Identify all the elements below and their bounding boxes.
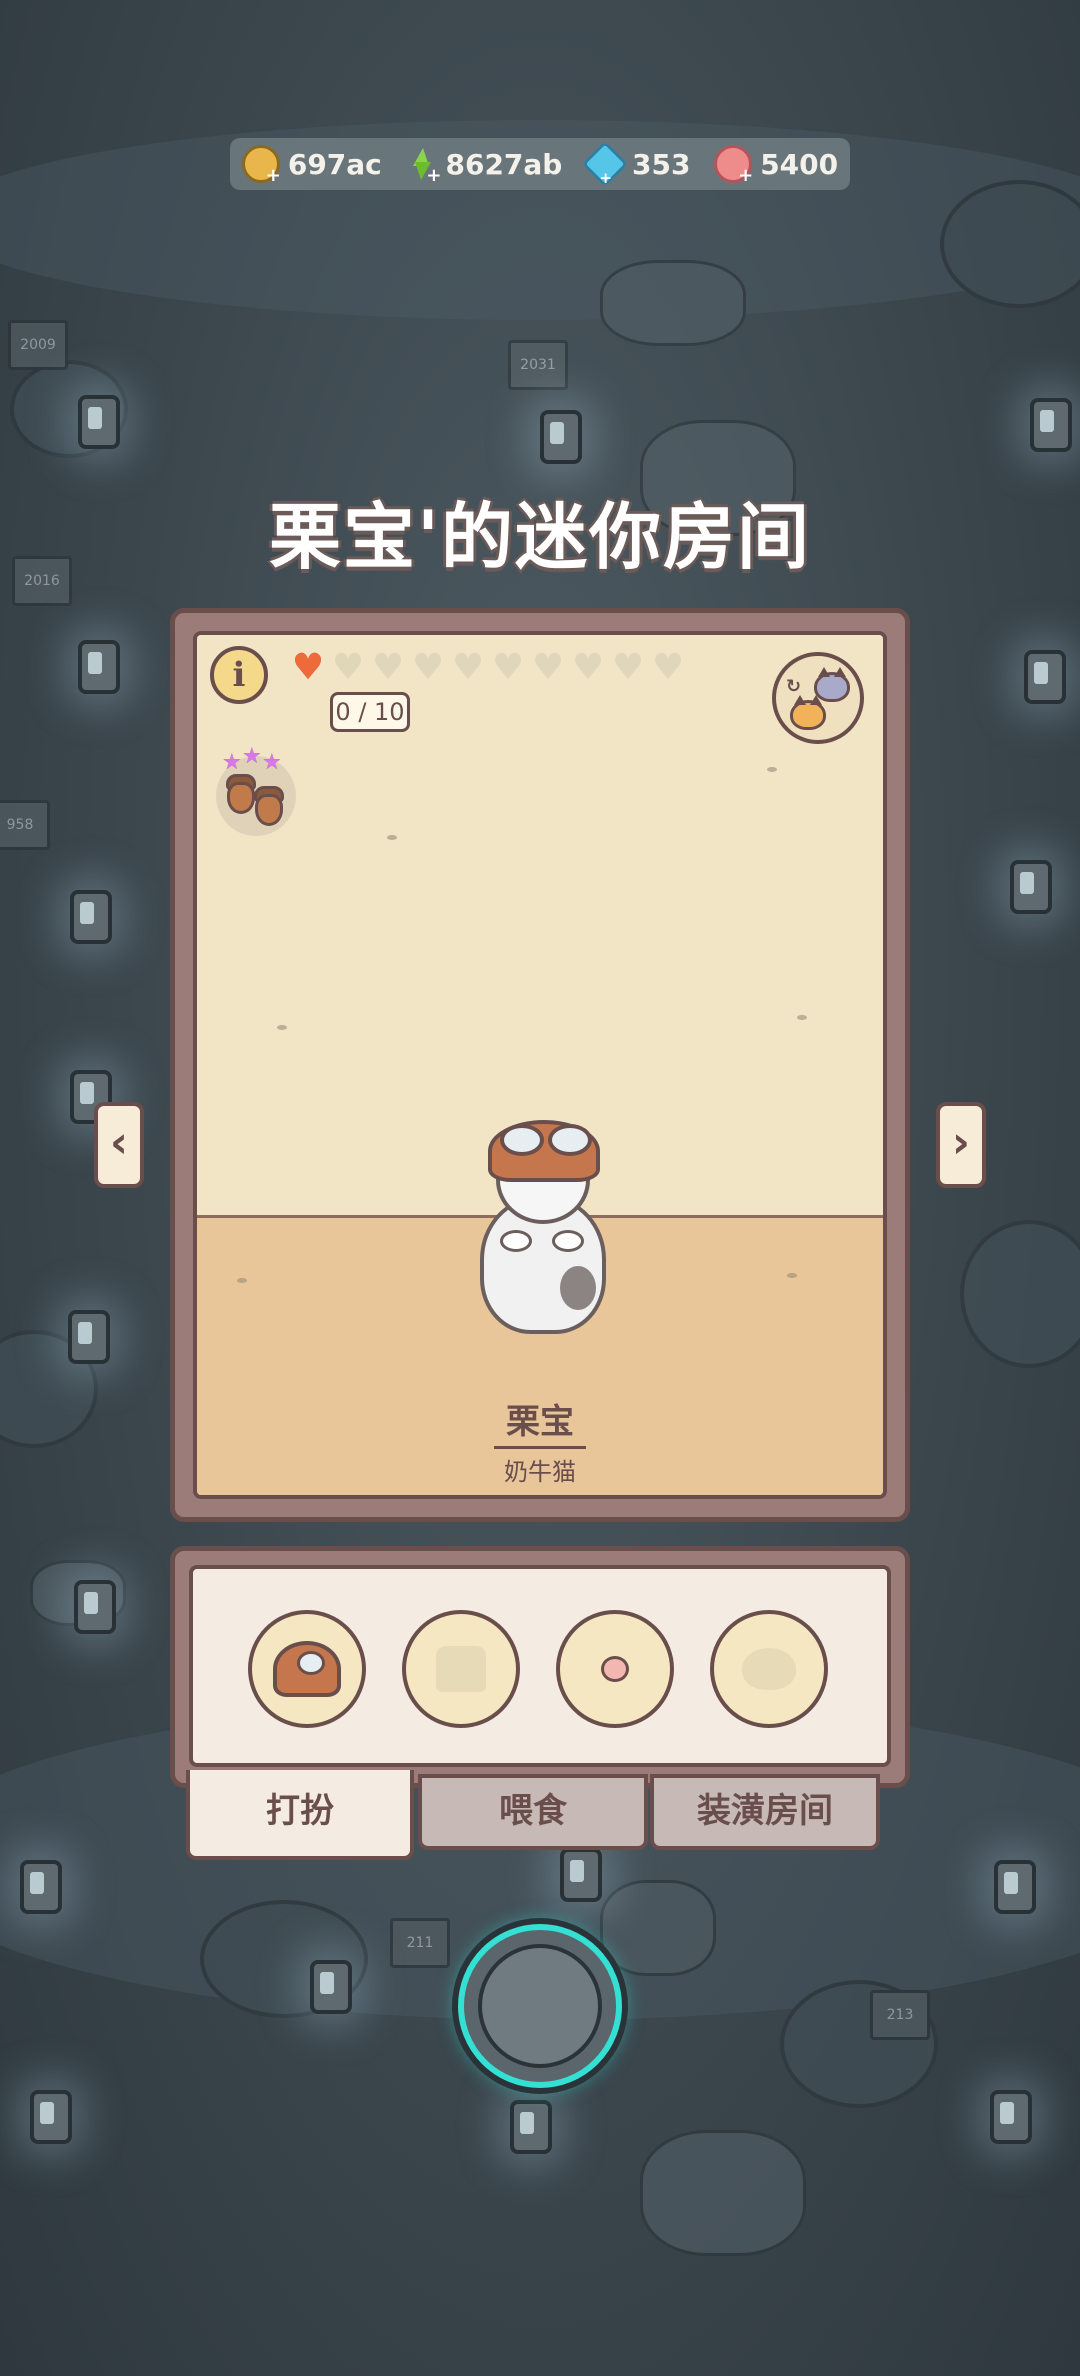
lantern-icon xyxy=(30,2090,72,2144)
heart-empty-icon: ♥ xyxy=(491,647,525,688)
heart-empty-icon: ♥ xyxy=(611,647,645,688)
lantern-icon xyxy=(1024,650,1066,704)
affection-count: 0 / 10 xyxy=(330,692,410,732)
lantern-icon xyxy=(78,640,120,694)
shell-counter[interactable]: 5400 xyxy=(714,145,839,186)
tab-feed[interactable]: 喂食 xyxy=(418,1774,648,1850)
heart-empty-icon: ♥ xyxy=(531,647,565,688)
acorn-icon xyxy=(255,794,283,826)
acorn-icon xyxy=(227,782,255,814)
star-icon: ★ xyxy=(242,744,262,769)
coin-counter[interactable]: 697ac xyxy=(241,145,382,186)
heart-outline-icon: ♥ xyxy=(331,647,365,688)
home-button[interactable] xyxy=(458,1924,622,2088)
cycle-arrow-icon: ↻ xyxy=(786,676,802,697)
energy-value: 8627ab xyxy=(445,147,563,181)
aviator-helmet-icon xyxy=(488,1120,600,1182)
cat-face-icon xyxy=(790,695,826,730)
tab-decorate-room[interactable]: 装潢房间 xyxy=(650,1774,880,1850)
lantern-icon xyxy=(510,2100,552,2154)
lantern-icon xyxy=(310,1960,352,2014)
prev-cat-button[interactable]: ‹ xyxy=(94,1102,144,1188)
gem-counter[interactable]: 353 xyxy=(582,141,691,187)
cat-spot xyxy=(560,1266,596,1310)
heart-empty-icon: ♥ xyxy=(651,647,685,688)
name-underline xyxy=(494,1446,586,1449)
energy-counter[interactable]: 8627ab xyxy=(405,147,563,186)
pink-shell-icon xyxy=(714,145,753,186)
room-interior xyxy=(193,631,887,1499)
item-slot-face[interactable] xyxy=(710,1610,828,1728)
heart-empty-icon: ♥ xyxy=(451,647,485,688)
item-slot-hat[interactable] xyxy=(248,1610,366,1728)
lantern-icon xyxy=(70,890,112,944)
cat-face-icon xyxy=(742,1648,796,1690)
lantern-icon xyxy=(1030,398,1072,452)
cat-paw xyxy=(552,1230,584,1252)
lantern-icon xyxy=(74,1580,116,1634)
heart-empty-icon: ♥ xyxy=(571,647,605,688)
aviator-helmet-icon xyxy=(273,1641,341,1697)
next-cat-button[interactable]: › xyxy=(936,1102,986,1188)
lantern-icon xyxy=(1010,860,1052,914)
room-frame xyxy=(170,608,910,1522)
cat-character[interactable] xyxy=(478,1116,606,1334)
item-slot-clothes[interactable] xyxy=(402,1610,520,1728)
acorn-badge[interactable]: ★ ★ ★ xyxy=(216,744,296,836)
heart-filled-icon: ♥ xyxy=(291,647,325,688)
pink-bead-icon xyxy=(601,1656,629,1682)
cat-paw xyxy=(500,1230,532,1252)
game-screen: 2009 2031 2016 958 211 213 697ac 8627ab … xyxy=(0,0,1080,2376)
cat-breed: 奶牛猫 xyxy=(504,1458,576,1486)
gem-value: 353 xyxy=(632,147,691,181)
switch-cat-button[interactable]: ↻ xyxy=(772,652,864,744)
item-slot-accessory[interactable] xyxy=(556,1610,674,1728)
lightning-icon xyxy=(405,148,441,186)
resource-bar: 697ac 8627ab 353 5400 xyxy=(230,138,850,190)
home-button-icon xyxy=(478,1944,602,2068)
lantern-icon xyxy=(540,410,582,464)
shell-value: 5400 xyxy=(760,147,839,181)
star-icon: ★ xyxy=(222,750,242,775)
coin-icon xyxy=(241,145,281,186)
lantern-icon xyxy=(560,1848,602,1902)
shirt-icon xyxy=(436,1646,486,1692)
coin-value: 697ac xyxy=(287,147,382,181)
heart-empty-icon: ♥ xyxy=(411,647,445,688)
affection-hearts: ♥ ♥ ♥ ♥ ♥ ♥ ♥ ♥ ♥ ♥ xyxy=(290,647,686,688)
cat-name: 栗宝 xyxy=(506,1402,574,1442)
lantern-icon xyxy=(20,1860,62,1914)
lantern-icon xyxy=(78,395,120,449)
lantern-icon xyxy=(990,2090,1032,2144)
lantern-icon xyxy=(68,1310,110,1364)
heart-empty-icon: ♥ xyxy=(371,647,405,688)
lantern-icon xyxy=(994,1860,1036,1914)
info-button[interactable]: i xyxy=(210,646,268,704)
tab-dress-up[interactable]: 打扮 xyxy=(186,1770,414,1860)
room-title: 栗宝'的迷你房间 xyxy=(268,495,812,579)
blue-cube-icon xyxy=(582,141,628,187)
star-icon: ★ xyxy=(262,750,282,775)
